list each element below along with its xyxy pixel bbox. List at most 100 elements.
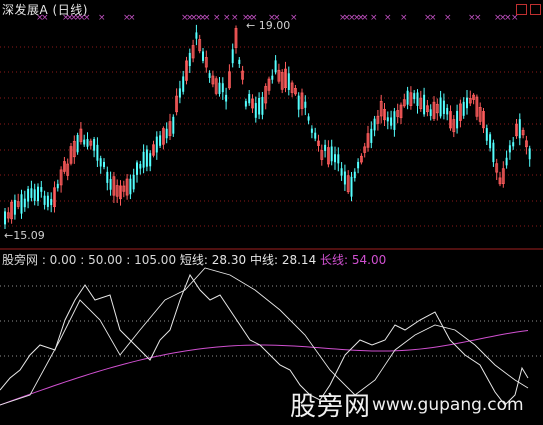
candle-down (20, 194, 23, 214)
candle-down (145, 149, 148, 167)
marker-x: × (290, 13, 298, 23)
marker-x: × (223, 13, 231, 23)
candle-down (528, 148, 531, 160)
marker-x: × (370, 13, 378, 23)
mid-line-value: 28.14 (281, 253, 317, 267)
candle-down (142, 151, 145, 168)
candle-down (518, 119, 521, 139)
candle-down (202, 51, 204, 61)
candle-down (99, 158, 102, 167)
candle-down (76, 135, 79, 153)
candle-down (334, 154, 336, 163)
candle-down (159, 135, 162, 146)
candle-down (248, 93, 251, 104)
short-line (0, 273, 529, 406)
candle-down (357, 161, 360, 169)
candle-down (231, 49, 234, 64)
candle-down (261, 96, 264, 115)
high-price-label: ← 19.00 (246, 19, 291, 32)
chart-canvas[interactable]: ×× ×××××× × ×× ×××××× × × × ××× ×× × ×××××× × × × ×× × ××… (0, 0, 543, 425)
low-price-label: ←15.09 (4, 229, 45, 242)
candle-down (413, 93, 416, 100)
short-line-value: 28.30 (211, 253, 247, 267)
candle-down (30, 188, 33, 198)
short-line-label: 短线: (179, 253, 208, 267)
candle-down (165, 128, 168, 139)
candle-down (109, 178, 112, 190)
candle-down (56, 183, 59, 189)
candle-down (136, 162, 138, 175)
candle-down (439, 97, 442, 117)
candle-down (244, 101, 247, 107)
candle-down (508, 145, 511, 153)
candle-down (13, 199, 16, 215)
candle-down (505, 157, 508, 166)
candle-down (416, 92, 419, 106)
candle-down (330, 146, 333, 162)
candle-down (297, 95, 300, 110)
marker-x: × (444, 13, 452, 23)
candle-down (40, 187, 43, 192)
marker-x: × (128, 13, 136, 23)
candle-down (27, 188, 30, 202)
candle-down (429, 109, 432, 116)
long-line-label: 长线: (320, 253, 349, 267)
candle-down (304, 101, 307, 108)
candle-down (466, 97, 468, 109)
mid-line (0, 267, 529, 406)
candle-down (353, 171, 356, 179)
candle-down (129, 178, 132, 195)
candle-down (46, 195, 49, 207)
candle-down (178, 88, 181, 98)
candle-down (423, 94, 426, 115)
candle-down (310, 128, 313, 133)
candle-down (188, 52, 191, 67)
marker-x: × (474, 13, 482, 23)
candle-down (182, 76, 185, 92)
candle-down (274, 60, 277, 73)
long-line-value: 54.00 (351, 253, 387, 267)
square-icon[interactable] (530, 4, 541, 15)
candle-down (103, 161, 105, 168)
candle-down (343, 171, 346, 185)
watermark-url: www.gupang.com (372, 395, 524, 415)
candle-down (456, 110, 459, 129)
candle-down (86, 139, 89, 147)
candle-down (492, 142, 495, 163)
candle-down (172, 116, 175, 134)
candle-down (324, 144, 327, 151)
candle-down (287, 73, 290, 90)
candle-down (350, 176, 353, 197)
candle-down (221, 83, 224, 93)
mid-line-label: 中线: (249, 253, 279, 267)
square-icon[interactable] (516, 4, 527, 15)
candle-down (139, 164, 142, 169)
candle-down (512, 142, 515, 147)
watermark-text: 股旁网 (290, 392, 372, 422)
candle-down (4, 211, 6, 225)
candle-down (132, 174, 135, 190)
candle-down (370, 128, 373, 143)
candle-down (489, 134, 492, 149)
candle-down (93, 138, 96, 151)
candle-down (337, 154, 340, 164)
indicator-params: 股旁网 : 0.00 : 50.00 : 105.00 (2, 253, 177, 267)
marker-x: × (384, 13, 392, 23)
candle-down (446, 107, 449, 115)
candle-down (373, 118, 376, 131)
candle-down (271, 75, 274, 80)
candle-down (307, 116, 310, 121)
candle-down (43, 195, 46, 205)
chart-title: 深发展A (日线) (2, 3, 88, 17)
candle-down (258, 97, 261, 115)
candle-down (218, 82, 221, 95)
candle-down (208, 73, 211, 78)
candle-down (462, 101, 465, 116)
marker-x: × (429, 13, 437, 23)
candle-down (149, 153, 152, 167)
candle-down (83, 139, 86, 145)
candle-down (238, 59, 241, 64)
marker-x: × (203, 13, 211, 23)
candle-down (50, 198, 53, 206)
candle-down (393, 111, 396, 130)
